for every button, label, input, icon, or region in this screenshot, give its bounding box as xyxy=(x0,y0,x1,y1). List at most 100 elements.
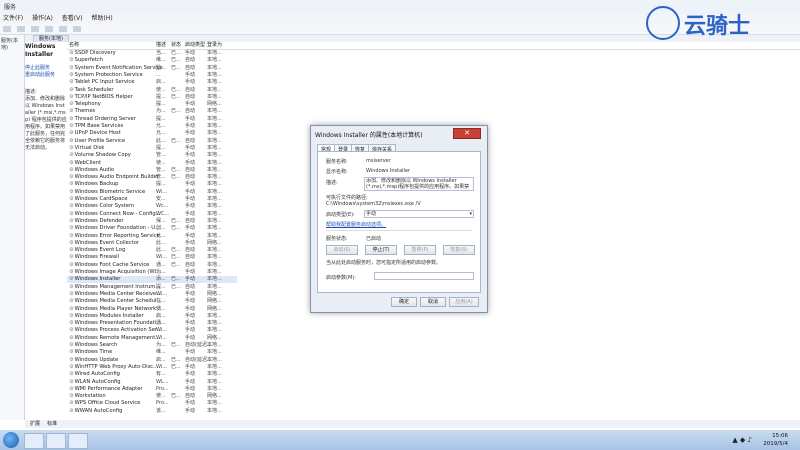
table-row[interactable]: Wired AutoConfig 有... 手动 本地... xyxy=(67,371,237,378)
service-logon-cell: 本地... xyxy=(207,181,222,188)
table-row[interactable]: Windows Media Center Receive...Wi... 手动 网络… xyxy=(67,291,237,298)
close-button[interactable]: ✕ xyxy=(453,128,481,139)
table-row[interactable]: Volume Shadow Copy 管... 手动 本地... xyxy=(67,152,237,159)
table-row[interactable]: Windows Connect Now - Config...WC... 手动 本地… xyxy=(67,211,237,218)
col-name-header[interactable]: 名称 xyxy=(69,42,79,49)
service-name-cell: Themes xyxy=(69,108,96,115)
service-start-cell: 自动 xyxy=(185,93,196,100)
stop-button[interactable]: 停止(T) xyxy=(365,245,397,255)
table-row[interactable]: Windows Search为...已...自动(延迟...本地... xyxy=(67,342,237,349)
startup-type-select[interactable]: 手动 ▾ xyxy=(364,210,474,218)
service-name-cell: Windows Font Cache Service xyxy=(69,262,150,269)
tab-standard[interactable]: 标准 xyxy=(47,420,57,428)
table-row[interactable]: Windows Management Instrum...提... 已... 自动 本… xyxy=(67,284,237,291)
taskbar-app-icon[interactable] xyxy=(46,433,66,449)
service-status-cell: 已... xyxy=(171,64,181,71)
table-row[interactable]: Thread Ordering Server 提... 手动 本地... xyxy=(67,116,237,123)
col-desc-header[interactable]: 描述 xyxy=(156,42,166,49)
table-row[interactable]: WWAN AutoConfig 该... 手动 本地... xyxy=(67,408,237,415)
table-row[interactable]: WPS Office Cloud Service Pro... 手动 本地... xyxy=(67,400,237,407)
table-row[interactable]: TPM Base Services 允... 手动 本地... xyxy=(67,123,237,130)
table-row[interactable]: TCP/IP NetBIOS Helper 提... 已... 自动 本地... xyxy=(67,94,237,101)
params-input[interactable] xyxy=(374,272,474,280)
service-logon-cell: 本地... xyxy=(207,203,222,210)
tray-icons[interactable]: ▲ ◆ ♪ xyxy=(732,436,752,444)
col-status-header[interactable]: 状态 xyxy=(171,42,181,49)
table-row[interactable]: Windows Defender 保... 已... 自动 本地... xyxy=(67,218,237,225)
table-row[interactable]: Windows Backup 提... 手动 本地... xyxy=(67,181,237,188)
table-row[interactable]: Task Scheduler 使... 已... 自动 本地... xyxy=(67,87,237,94)
ok-button[interactable]: 确定 xyxy=(391,297,417,307)
stop-service-link[interactable]: 停止此服务 xyxy=(25,65,67,72)
table-row[interactable]: Windows Installer 添... 已... 手动 本地... xyxy=(67,276,237,284)
clock[interactable]: 15:06 2019/5/4 xyxy=(763,432,788,448)
service-name-cell: Windows Media Center Receive... xyxy=(69,291,161,298)
table-row[interactable]: Windows Remote Management...Wi... 手动 网络... xyxy=(67,335,237,342)
col-startup-header[interactable]: 启动类型 xyxy=(185,42,205,49)
table-row[interactable]: WMI Performance Adapter Pro... 手动 本地... xyxy=(67,386,237,393)
description-box[interactable]: 添加、修改和删除以 Windows Installer (*.msi,*.msp… xyxy=(364,177,474,191)
cancel-button[interactable]: 取消 xyxy=(420,297,446,307)
table-row[interactable]: SSDP Discovery 当... 已... 手动 本地... xyxy=(67,50,237,57)
service-desc-cell: 通... xyxy=(156,261,166,268)
service-name-cell: Windows Driver Foundation - U... xyxy=(69,225,160,232)
chevron-down-icon: ▾ xyxy=(469,211,472,217)
start-button[interactable] xyxy=(3,432,19,448)
table-row[interactable]: Windows Image Acquisition (WI...为... 手动 本地… xyxy=(67,269,237,276)
table-row[interactable]: Windows Media Center Schedul...在... 手动 网络.… xyxy=(67,298,237,305)
table-row[interactable]: WebClient 使... 手动 本地... xyxy=(67,160,237,167)
forward-icon[interactable] xyxy=(16,26,25,32)
table-row[interactable]: Windows Time 维... 手动 本地... xyxy=(67,349,237,356)
table-row[interactable]: WLAN AutoConfig WL... 手动 本地... xyxy=(67,379,237,386)
table-row[interactable]: WinHTTP Web Proxy Auto-Disc...Wi... 已... 手… xyxy=(67,364,237,371)
menu-view[interactable]: 查看(V) xyxy=(62,14,83,24)
table-row[interactable]: Windows Error Reporting Service允... 手动 本地.… xyxy=(67,233,237,240)
service-logon-cell: 本地... xyxy=(207,144,222,151)
table-row[interactable]: Windows Media Player Network...使... 手动 网络.… xyxy=(67,306,237,313)
table-row[interactable]: UPnP Device Host 允... 手动 本地... xyxy=(67,130,237,137)
service-name-cell: Windows Error Reporting Service xyxy=(69,233,160,240)
table-row[interactable]: Windows Modules Installer 启... 手动 本地... xyxy=(67,313,237,320)
table-row[interactable]: System Protection Service... 手动 本地... xyxy=(67,72,237,79)
table-row[interactable]: Windows Event Collector 此... 手动 网络... xyxy=(67,240,237,247)
pause-button[interactable]: 暂停(P) xyxy=(404,245,436,255)
properties-icon[interactable] xyxy=(44,26,53,32)
menu-help[interactable]: 帮助(H) xyxy=(92,14,113,24)
table-row[interactable]: Themes 为... 已... 自动 本地... xyxy=(67,108,237,115)
back-icon[interactable] xyxy=(3,26,11,32)
resume-button[interactable]: 恢复(R) xyxy=(443,245,475,255)
tree-item-services-local[interactable]: 服务(本地) xyxy=(0,35,24,53)
help-icon[interactable] xyxy=(72,26,81,32)
menu-action[interactable]: 操作(A) xyxy=(32,14,53,24)
service-logon-cell: 本地... xyxy=(207,71,222,78)
table-row[interactable]: Windows CardSpace 安... 手动 本地... xyxy=(67,196,237,203)
table-row[interactable]: Windows Driver Foundation - U...创... 已...… xyxy=(67,225,237,232)
table-row[interactable]: Superfetch 维... 已... 自动 本地... xyxy=(67,57,237,64)
restart-service-link[interactable]: 重启动此服务 xyxy=(25,72,67,79)
table-row[interactable]: Windows Biometric Service Wi... 手动 本地... xyxy=(67,189,237,196)
console-tree-icon[interactable] xyxy=(30,26,39,32)
taskbar-app-icon[interactable] xyxy=(24,433,44,449)
tab-extended[interactable]: 扩展 xyxy=(30,420,40,428)
help-config-link[interactable]: 帮助我配置服务启动选项。 xyxy=(326,221,386,228)
service-desc-cell: 使... xyxy=(156,393,166,400)
table-row[interactable]: User Profile Service 此... 已... 自动 本地... xyxy=(67,138,237,145)
table-row[interactable]: Windows Color System Wc... 手动 本地... xyxy=(67,203,237,210)
table-row[interactable]: Virtual Disk 提... 手动 本地... xyxy=(67,145,237,152)
service-name-cell: Windows Modules Installer xyxy=(69,313,144,320)
start-button[interactable]: 启动(S) xyxy=(326,245,358,255)
taskbar-app-icon[interactable] xyxy=(68,433,88,449)
service-start-cell: 手动 xyxy=(185,123,196,129)
table-row[interactable]: Windows Update启...已...自动(延迟...本地... xyxy=(67,357,237,364)
table-row[interactable]: Windows Audio 管... 已... 自动 本地... xyxy=(67,167,237,174)
table-row[interactable]: Windows Process Activation Ser...Wi... 手动… xyxy=(67,327,237,334)
refresh-icon[interactable] xyxy=(58,26,67,32)
apply-button[interactable]: 应用(A) xyxy=(449,297,479,307)
menu-file[interactable]: 文件(F) xyxy=(3,14,23,24)
table-row[interactable]: Windows Firewall Wi... 已... 自动 本地... xyxy=(67,254,237,261)
service-status-cell: 已... xyxy=(171,217,181,224)
table-row[interactable]: Tablet PC Input Service 启... 手动 本地... xyxy=(67,79,237,86)
table-row[interactable]: Windows Font Cache Service 通... 已... 自动 本地..… xyxy=(67,262,237,269)
table-row[interactable]: System Event Notification Service监... 已..… xyxy=(67,65,237,72)
col-logon-header[interactable]: 登录为 xyxy=(207,42,222,49)
